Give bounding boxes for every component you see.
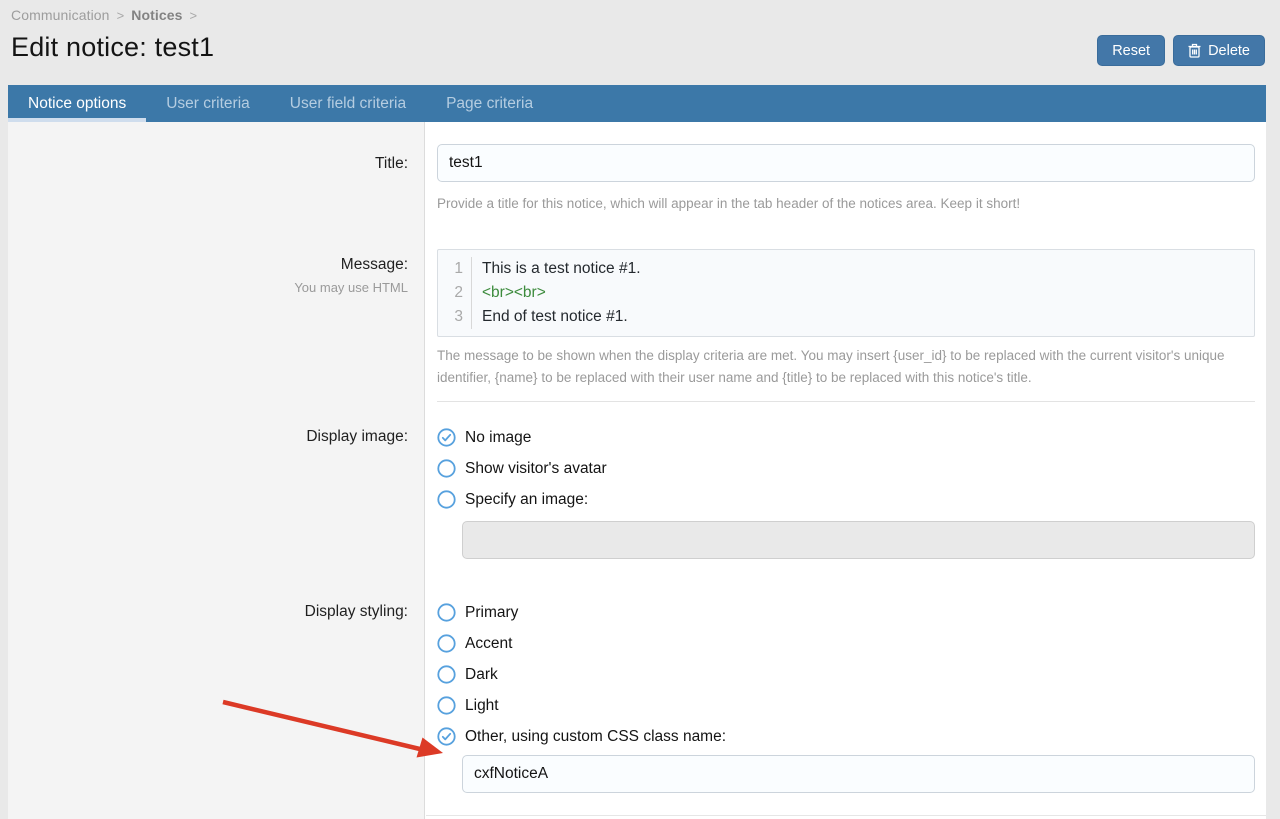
reset-button-label: Reset — [1112, 43, 1150, 59]
breadcrumb-separator-icon: > — [190, 8, 198, 23]
radio-label: Primary — [465, 604, 518, 622]
code-line: End of test notice #1. — [482, 305, 641, 329]
title-help-text: Provide a title for this notice, which w… — [437, 194, 1255, 213]
breadcrumb-notices[interactable]: Notices — [131, 7, 182, 23]
custom-css-class-input[interactable] — [462, 755, 1255, 793]
breadcrumb-communication[interactable]: Communication — [11, 7, 110, 23]
radio-no-image[interactable]: No image — [437, 422, 1255, 453]
radio-selected-icon — [437, 727, 456, 746]
radio-label: Accent — [465, 635, 512, 653]
page-title: Edit notice: test1 — [11, 32, 1265, 63]
radio-light[interactable]: Light — [437, 690, 1255, 721]
message-help-text: The message to be shown when the display… — [437, 345, 1252, 389]
page-header: Communication > Notices > Edit notice: test… — [0, 0, 1280, 85]
message-sublabel: You may use HTML — [8, 278, 408, 298]
tab-label: Notice options — [28, 95, 126, 113]
image-url-input[interactable] — [462, 521, 1255, 559]
display-image-row: Display image: No image Show visitor's a… — [8, 422, 1266, 559]
radio-unselected-icon — [437, 490, 456, 509]
line-number-gutter: 1 2 3 — [438, 257, 472, 329]
radio-dark[interactable]: Dark — [437, 659, 1255, 690]
radio-selected-icon — [437, 428, 456, 447]
message-row: Message: You may use HTML 1 2 3 This is … — [8, 249, 1266, 402]
radio-unselected-icon — [437, 603, 456, 622]
delete-button[interactable]: Delete — [1173, 35, 1265, 66]
line-number: 3 — [438, 305, 463, 329]
message-label-block: Message: You may use HTML — [8, 249, 425, 402]
breadcrumb: Communication > Notices > — [11, 7, 1265, 23]
radio-label: Show visitor's avatar — [465, 460, 607, 478]
radio-unselected-icon — [437, 696, 456, 715]
title-input[interactable] — [437, 144, 1255, 182]
line-number: 2 — [438, 281, 463, 305]
radio-other-custom-css[interactable]: Other, using custom CSS class name: — [437, 721, 1255, 752]
panel-bottom-divider — [426, 815, 1266, 816]
radio-label: No image — [465, 429, 531, 447]
section-divider — [437, 401, 1255, 402]
radio-unselected-icon — [437, 665, 456, 684]
radio-accent[interactable]: Accent — [437, 628, 1255, 659]
message-label: Message: — [8, 255, 408, 275]
radio-unselected-icon — [437, 634, 456, 653]
code-line: This is a test notice #1. — [482, 257, 641, 281]
tab-user-field-criteria[interactable]: User field criteria — [270, 85, 426, 122]
radio-show-visitors-avatar[interactable]: Show visitor's avatar — [437, 453, 1255, 484]
radio-label: Light — [465, 697, 499, 715]
line-number: 1 — [438, 257, 463, 281]
radio-label: Dark — [465, 666, 498, 684]
tab-bar: Notice options User criteria User field … — [8, 85, 1266, 122]
radio-label: Specify an image: — [465, 491, 588, 509]
radio-specify-an-image[interactable]: Specify an image: — [437, 484, 1255, 515]
tab-notice-options[interactable]: Notice options — [8, 85, 146, 122]
notice-options-panel: Title: Provide a title for this notice, … — [8, 122, 1266, 819]
title-row: Title: Provide a title for this notice, … — [8, 122, 1266, 213]
tab-page-criteria[interactable]: Page criteria — [426, 85, 553, 122]
title-label: Title: — [8, 144, 425, 213]
display-styling-row: Display styling: Primary Accent Dark — [8, 597, 1266, 793]
display-styling-label: Display styling: — [8, 597, 425, 793]
message-code-lines[interactable]: This is a test notice #1. <br><br> End o… — [472, 257, 641, 329]
radio-primary[interactable]: Primary — [437, 597, 1255, 628]
tab-label: User field criteria — [290, 95, 406, 113]
tab-user-criteria[interactable]: User criteria — [146, 85, 270, 122]
tab-label: User criteria — [166, 95, 250, 113]
radio-label: Other, using custom CSS class name: — [465, 728, 726, 746]
tab-label: Page criteria — [446, 95, 533, 113]
radio-unselected-icon — [437, 459, 456, 478]
reset-button[interactable]: Reset — [1097, 35, 1165, 66]
trash-icon — [1188, 43, 1201, 58]
message-code-editor[interactable]: 1 2 3 This is a test notice #1. <br><br>… — [437, 249, 1255, 337]
code-line: <br><br> — [482, 281, 641, 305]
display-image-label: Display image: — [8, 422, 425, 559]
delete-button-label: Delete — [1208, 43, 1250, 59]
breadcrumb-separator-icon: > — [117, 8, 125, 23]
